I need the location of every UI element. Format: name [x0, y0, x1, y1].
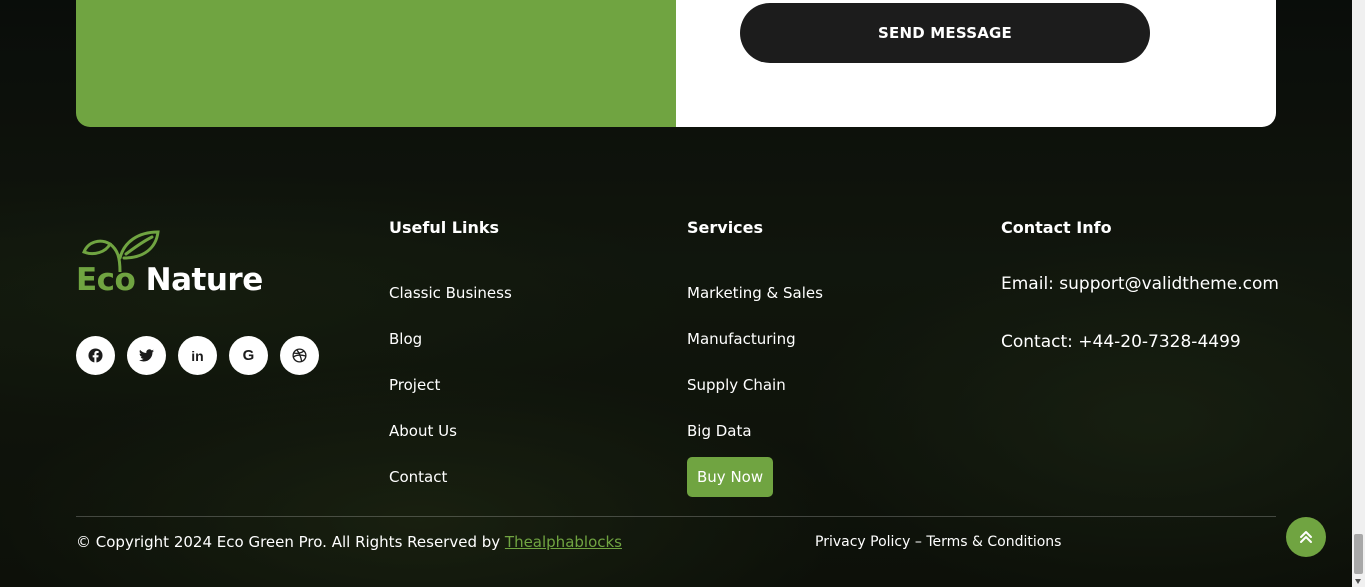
facebook-icon	[88, 348, 103, 363]
link-about-us[interactable]: About Us	[389, 422, 457, 440]
contact-phone[interactable]: Contact: +44-20-7328-4499	[1001, 331, 1279, 353]
dribbble-icon	[292, 348, 307, 363]
list-item: Manufacturing	[687, 329, 823, 375]
footer-logo[interactable]: Eco Nature	[76, 228, 266, 298]
link-manufacturing[interactable]: Manufacturing	[687, 330, 796, 348]
copyright-prefix: © Copyright 2024 Eco Green Pro. All Righ…	[76, 533, 505, 551]
services-title: Services	[687, 218, 764, 237]
contact-card-green-panel	[76, 0, 676, 127]
link-classic-business[interactable]: Classic Business	[389, 284, 512, 302]
privacy-policy-link[interactable]: Privacy Policy	[815, 534, 910, 550]
link-marketing-sales[interactable]: Marketing & Sales	[687, 284, 823, 302]
link-project[interactable]: Project	[389, 376, 440, 394]
page-scrollbar[interactable]	[1352, 0, 1365, 587]
list-item: Project	[389, 375, 512, 421]
scrollbar-thumb[interactable]	[1354, 534, 1363, 574]
back-to-top-button[interactable]	[1286, 517, 1326, 557]
double-chevron-up-icon	[1300, 531, 1312, 543]
twitter-button[interactable]	[127, 336, 166, 375]
google-icon: G	[242, 347, 255, 364]
social-links: in G	[76, 336, 319, 375]
link-supply-chain[interactable]: Supply Chain	[687, 376, 786, 394]
twitter-icon	[139, 349, 154, 362]
footer-divider	[76, 516, 1276, 517]
services-list: Marketing & Sales Manufacturing Supply C…	[687, 283, 823, 513]
list-item: Supply Chain	[687, 375, 823, 421]
google-button[interactable]: G	[229, 336, 268, 375]
copyright-text: © Copyright 2024 Eco Green Pro. All Righ…	[76, 533, 622, 551]
useful-links-title: Useful Links	[389, 218, 500, 237]
link-contact[interactable]: Contact	[389, 468, 447, 486]
facebook-button[interactable]	[76, 336, 115, 375]
link-blog[interactable]: Blog	[389, 330, 422, 348]
contact-info-column: Contact Info Email: support@validtheme.c…	[1001, 218, 1279, 353]
legal-separator: –	[914, 534, 922, 550]
list-item: About Us	[389, 421, 512, 467]
thealphablocks-link[interactable]: Thealphablocks	[505, 533, 622, 551]
useful-links-list: Classic Business Blog Project About Us C…	[389, 283, 512, 513]
logo-wordmark: Eco Nature	[76, 262, 263, 298]
contact-info-title: Contact Info	[1001, 218, 1112, 237]
list-item: Contact	[389, 467, 512, 513]
list-item: Buy Now	[687, 457, 823, 513]
buy-now-button[interactable]: Buy Now	[687, 457, 774, 497]
terms-conditions-link[interactable]: Terms & Conditions	[926, 534, 1061, 550]
linkedin-button[interactable]: in	[178, 336, 217, 375]
list-item: Marketing & Sales	[687, 283, 823, 329]
contact-section-card: SEND MESSAGE	[76, 0, 1276, 127]
useful-links-column: Useful Links Classic Business Blog Proje…	[389, 218, 512, 513]
send-message-button[interactable]: SEND MESSAGE	[740, 3, 1150, 63]
services-column: Services Marketing & Sales Manufacturing…	[687, 218, 823, 513]
logo-word-eco: Eco	[76, 262, 136, 298]
contact-form-panel: SEND MESSAGE	[676, 0, 1276, 127]
linkedin-icon: in	[191, 347, 204, 364]
contact-email[interactable]: Email: support@validtheme.com	[1001, 273, 1279, 295]
link-big-data[interactable]: Big Data	[687, 422, 752, 440]
scroll-down-arrow-icon[interactable]	[1355, 579, 1361, 584]
list-item: Blog	[389, 329, 512, 375]
legal-links: Privacy Policy – Terms & Conditions	[815, 533, 1061, 551]
dribbble-button[interactable]	[280, 336, 319, 375]
list-item: Classic Business	[389, 283, 512, 329]
logo-word-nature: Nature	[145, 262, 264, 298]
